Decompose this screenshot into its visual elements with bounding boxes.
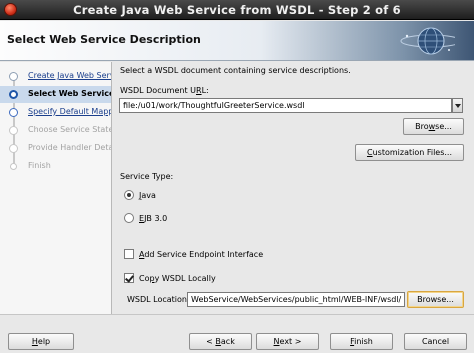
step-finish-icon [10, 163, 17, 170]
step-label: Choose Service State [28, 125, 112, 134]
wsdl-location-label: WSDL Location: [127, 295, 190, 304]
step-pending-icon [9, 108, 18, 117]
step-label: Select Web Service D [28, 89, 112, 98]
step-done-icon [9, 72, 18, 81]
browse-location-button[interactable]: Browse... [407, 291, 464, 308]
step-label: Finish [28, 161, 51, 170]
step-choose-service-state: Choose Service State [0, 122, 112, 139]
globe-icon [400, 27, 455, 55]
wsdl-url-label: WSDL Document URL: [120, 86, 209, 95]
instruction-text: Select a WSDL document containing servic… [120, 66, 351, 75]
page-title: Select Web Service Description [7, 33, 201, 46]
help-button[interactable]: Help [8, 333, 74, 350]
step-current-icon [9, 90, 18, 99]
wsdl-location-field[interactable]: WebService/WebServices/public_html/WEB-I… [187, 292, 405, 307]
ejb-radio[interactable] [124, 213, 134, 223]
wsdl-url-combobox[interactable]: file:/u01/work/ThoughtfulGreeterService.… [119, 98, 452, 113]
step-provide-handler-details: Provide Handler Detai [0, 140, 112, 157]
java-radio[interactable] [124, 190, 134, 200]
finish-button[interactable]: Finish [330, 333, 393, 350]
window-title: Create Java Web Service from WSDL - Step… [73, 3, 401, 17]
service-type-label: Service Type: [120, 172, 174, 181]
copy-wsdl-locally-checkbox[interactable] [124, 273, 134, 283]
step-select-web-service-description[interactable]: Select Web Service D [0, 86, 112, 103]
step-disabled-icon [9, 144, 18, 153]
next-button[interactable]: Next > [256, 333, 319, 350]
step-disabled-icon [9, 126, 18, 135]
ejb-radio-label[interactable]: EJB 3.0 [139, 214, 167, 223]
wizard-footer: Help < Back Next > Finish Cancel [0, 314, 474, 353]
add-endpoint-interface-checkbox[interactable] [124, 249, 134, 259]
step-create-java-web-service[interactable]: Create Java Web Servic [0, 68, 112, 85]
add-endpoint-interface-label[interactable]: Add Service Endpoint Interface [139, 250, 263, 259]
step-label: Create Java Web Servic [28, 71, 112, 80]
customization-files-button[interactable]: Customization Files... [355, 144, 464, 161]
browse-wsdl-button[interactable]: Browse... [403, 118, 464, 135]
java-radio-label[interactable]: Java [139, 191, 156, 200]
step-finish: Finish [0, 158, 111, 175]
wizard-steps-panel: Create Java Web Servic Select Web Servic… [0, 62, 112, 314]
wizard-content: Select a WSDL document containing servic… [112, 62, 474, 314]
back-button[interactable]: < Back [189, 333, 252, 350]
chevron-down-icon[interactable] [452, 98, 463, 113]
step-label: Specify Default Mappi [28, 107, 112, 116]
step-specify-default-mapping[interactable]: Specify Default Mappi [0, 104, 112, 121]
cancel-button[interactable]: Cancel [404, 333, 467, 350]
copy-wsdl-locally-label[interactable]: Copy WSDL Locally [139, 274, 216, 283]
step-label: Provide Handler Detai [28, 143, 112, 152]
wizard-header: Select Web Service Description [0, 21, 474, 61]
window-titlebar: Create Java Web Service from WSDL - Step… [0, 0, 474, 20]
